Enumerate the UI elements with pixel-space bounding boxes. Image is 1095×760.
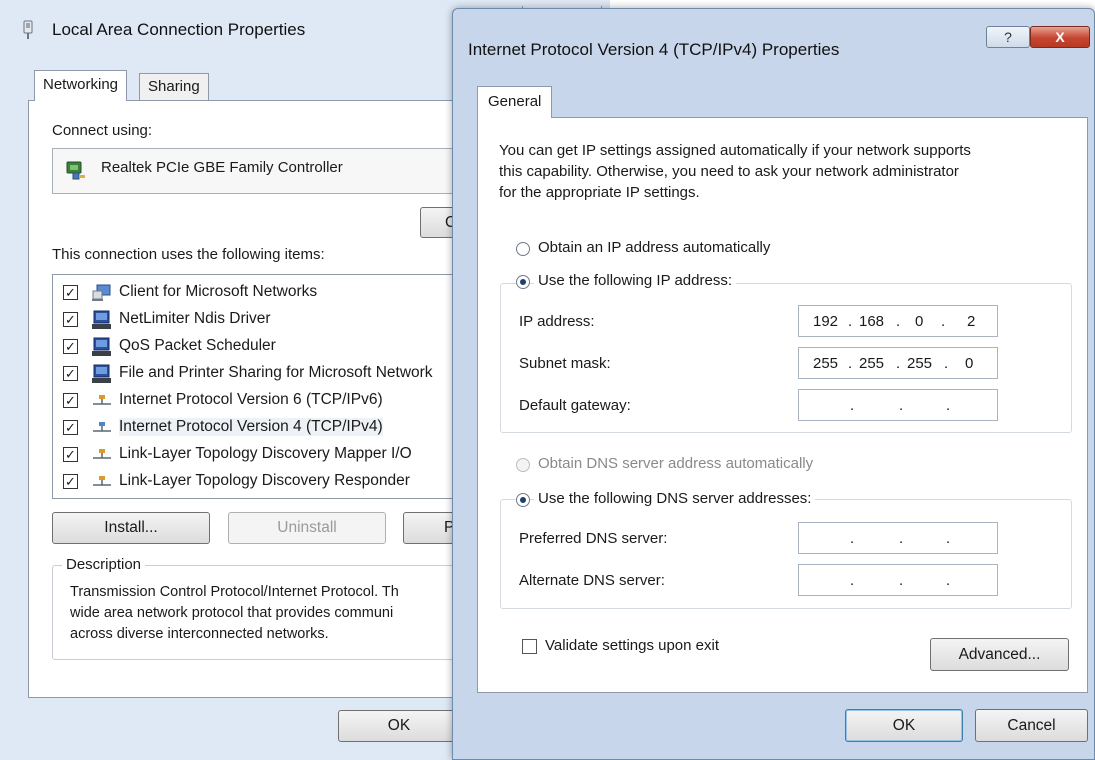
item-checkbox[interactable]: ✓	[63, 312, 78, 327]
client-network-icon	[92, 284, 111, 301]
connection-items-list[interactable]: ✓ Client for Microsoft Networks ✓ NetLim…	[52, 274, 462, 499]
window-title: Local Area Connection Properties	[52, 20, 306, 39]
advanced-button[interactable]: Advanced...	[930, 638, 1069, 671]
protocol-icon	[93, 395, 111, 405]
intro-text: You can get IP settings assigned automat…	[499, 142, 971, 159]
description-label: Description	[62, 556, 146, 573]
validate-checkbox[interactable]	[522, 639, 537, 654]
properties-button[interactable]: P	[403, 512, 458, 544]
item-checkbox[interactable]: ✓	[63, 285, 78, 300]
install-button[interactable]: Install...	[52, 512, 210, 544]
preferred-dns-label: Preferred DNS server:	[519, 530, 668, 547]
adapter-name: Realtek PCIe GBE Family Controller	[101, 159, 343, 176]
protocol-icon	[93, 422, 111, 432]
ok-button[interactable]: OK	[845, 709, 963, 742]
obtain-ip-auto-label[interactable]: Obtain an IP address automatically	[538, 239, 770, 256]
item-checkbox[interactable]: ✓	[63, 474, 78, 489]
subnet-mask-field[interactable]: 255 . 255 . 255 . 0	[798, 347, 998, 379]
tab-networking[interactable]: Networking	[34, 70, 128, 101]
validate-label[interactable]: Validate settings upon exit	[545, 637, 719, 654]
item-checkbox[interactable]: ✓	[63, 339, 78, 354]
tab-general[interactable]: General	[477, 86, 553, 118]
items-label: This connection uses the following items…	[52, 246, 325, 263]
description-line: across diverse interconnected networks.	[70, 626, 329, 642]
service-computer-icon	[92, 337, 111, 356]
obtain-dns-auto-label[interactable]: Obtain DNS server address automatically	[538, 455, 813, 472]
help-icon[interactable]: ?	[986, 26, 1030, 48]
description-line: Transmission Control Protocol/Internet P…	[70, 584, 399, 600]
obtain-dns-auto-radio[interactable]	[516, 458, 530, 472]
item-checkbox[interactable]: ✓	[63, 366, 78, 381]
subnet-mask-label: Subnet mask:	[519, 355, 611, 372]
use-following-dns-radio[interactable]	[516, 493, 530, 507]
uninstall-button[interactable]: Uninstall	[228, 512, 386, 544]
use-following-dns-label[interactable]: Use the following DNS server addresses:	[534, 490, 816, 507]
description-line: wide area network protocol that provides…	[70, 605, 394, 621]
item-checkbox[interactable]: ✓	[63, 447, 78, 462]
connect-using-label: Connect using:	[52, 122, 153, 139]
service-computer-icon	[92, 310, 111, 329]
item-checkbox[interactable]: ✓	[63, 393, 78, 408]
item-checkbox[interactable]: ✓	[63, 420, 78, 435]
intro-text: for the appropriate IP settings.	[499, 184, 700, 201]
tab-sharing[interactable]: Sharing	[139, 73, 209, 100]
obtain-ip-auto-radio[interactable]	[516, 242, 530, 256]
preferred-dns-field[interactable]: . . .	[798, 522, 998, 554]
protocol-icon	[93, 476, 111, 486]
intro-text: this capability. Otherwise, you need to …	[499, 163, 959, 180]
default-gateway-field[interactable]: . . .	[798, 389, 998, 421]
network-card-icon	[66, 161, 85, 180]
network-adapter-icon	[23, 20, 33, 39]
ip-address-field[interactable]: 192 . 168 . 0 . 2	[798, 305, 998, 337]
window-title: Internet Protocol Version 4 (TCP/IPv4) P…	[468, 40, 840, 59]
ip-address-label: IP address:	[519, 313, 595, 330]
service-computer-icon	[92, 364, 111, 383]
close-icon[interactable]: X	[1030, 26, 1090, 48]
alternate-dns-label: Alternate DNS server:	[519, 572, 665, 589]
use-following-ip-label[interactable]: Use the following IP address:	[534, 272, 736, 289]
default-gateway-label: Default gateway:	[519, 397, 631, 414]
use-following-ip-radio[interactable]	[516, 275, 530, 289]
adapter-display: Realtek PCIe GBE Family Controller	[52, 148, 462, 194]
alternate-dns-field[interactable]: . . .	[798, 564, 998, 596]
back-ok-button[interactable]: OK	[338, 710, 460, 742]
cancel-button[interactable]: Cancel	[975, 709, 1088, 742]
protocol-icon	[93, 449, 111, 459]
